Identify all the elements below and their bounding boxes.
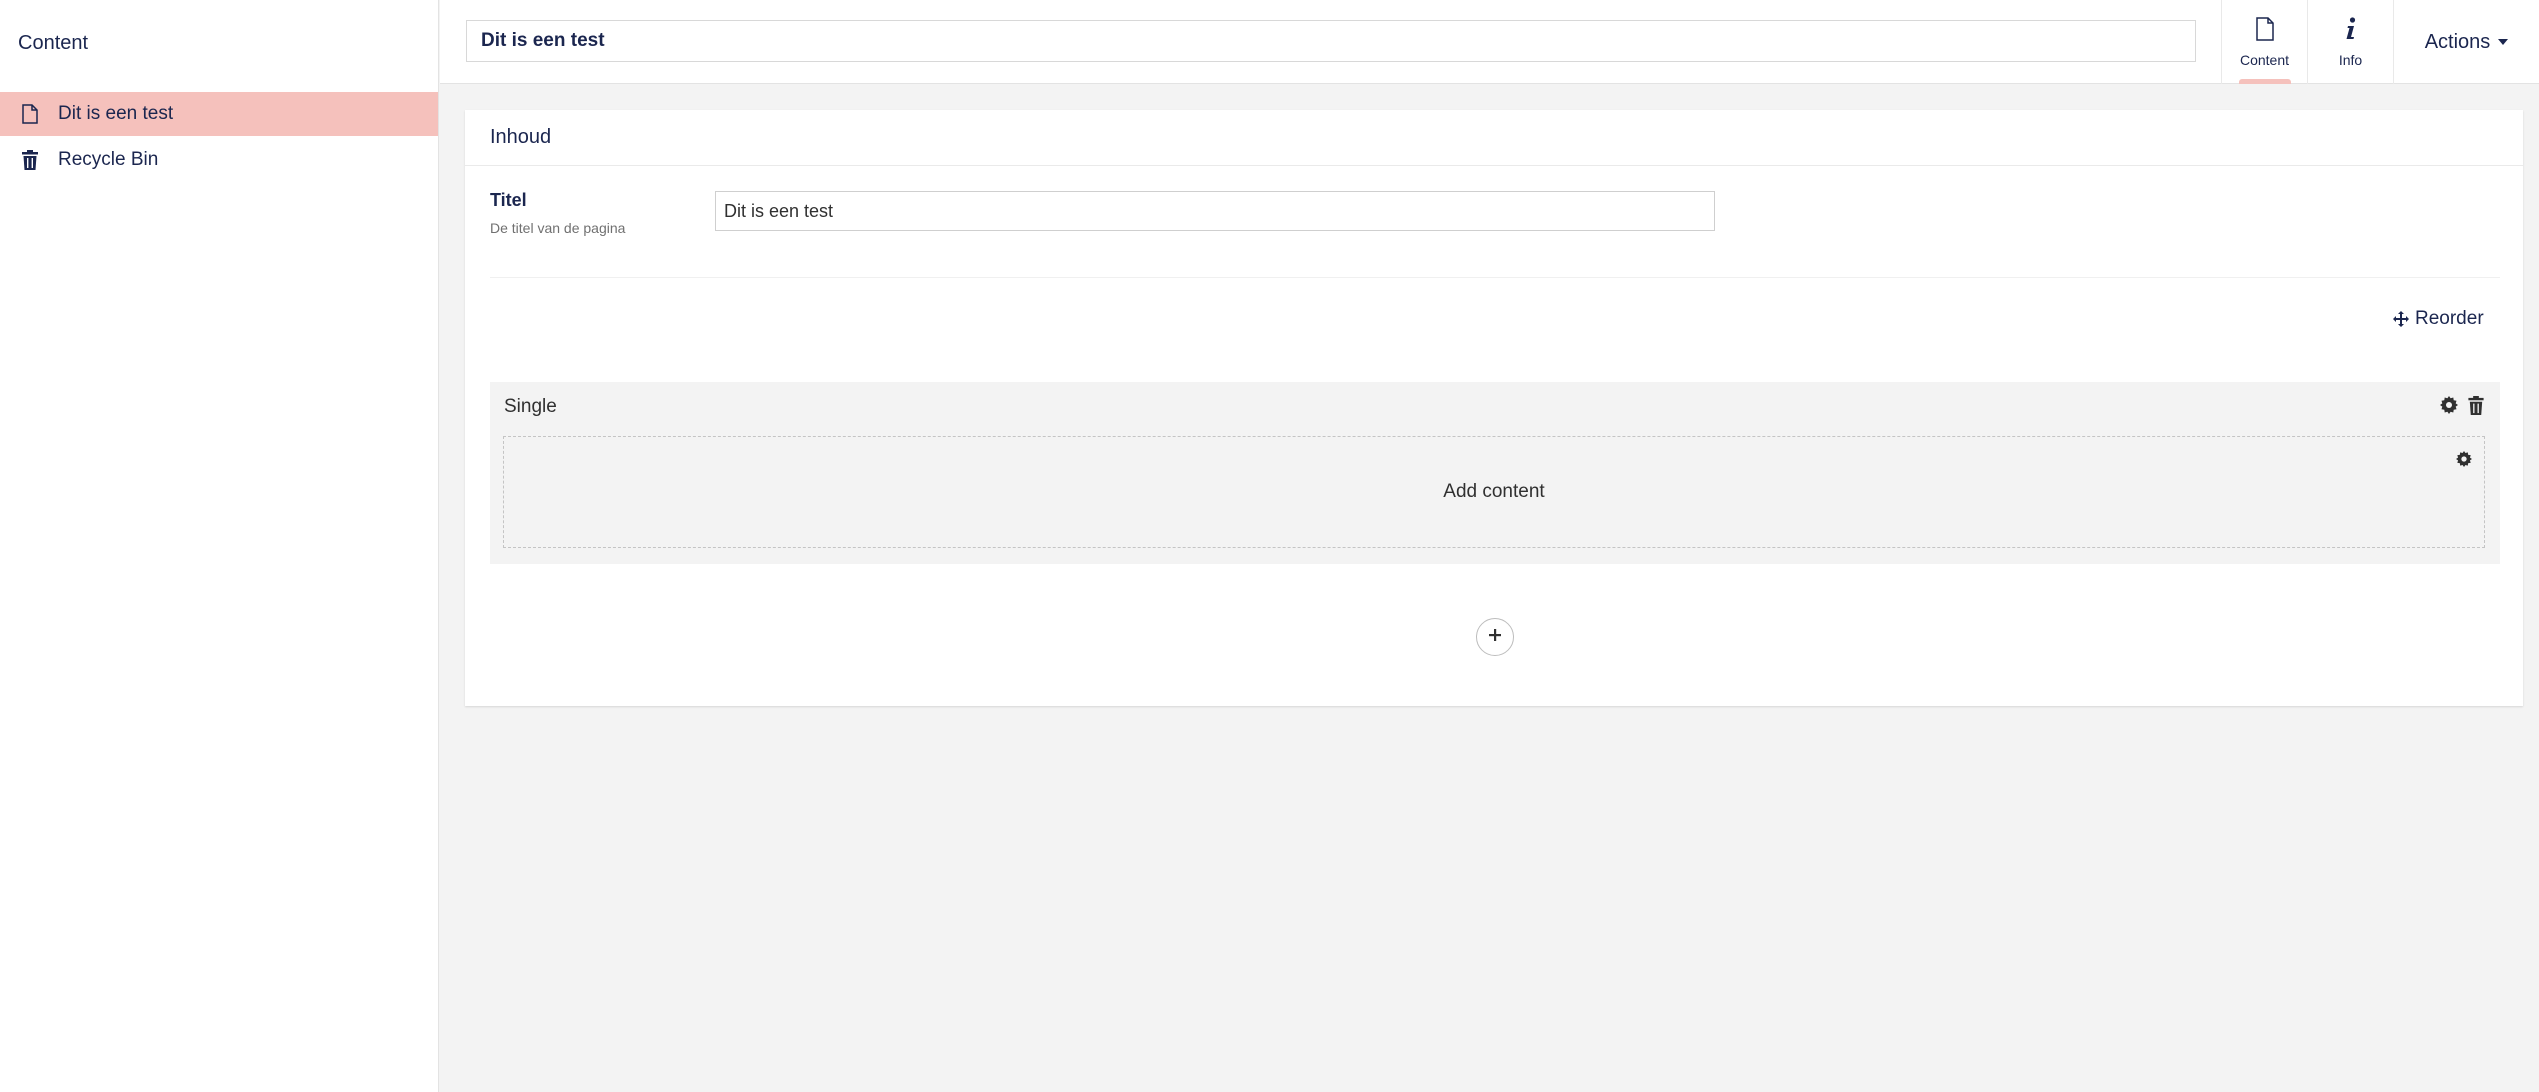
tab-content[interactable]: Content bbox=[2221, 0, 2307, 84]
grid-row-name: Single bbox=[504, 396, 557, 417]
actions-label: Actions bbox=[2424, 30, 2491, 53]
move-icon bbox=[2393, 311, 2409, 327]
reorder-button[interactable]: Reorder bbox=[2393, 308, 2484, 330]
trash-icon[interactable] bbox=[2468, 396, 2484, 415]
tree-item-label: Recycle Bin bbox=[58, 149, 159, 170]
document-icon bbox=[2255, 16, 2274, 46]
trash-icon bbox=[20, 149, 40, 171]
tree-item-dit-is-een-test[interactable]: Dit is een test bbox=[0, 92, 438, 136]
add-content-button[interactable]: Add content bbox=[504, 437, 2484, 547]
gear-icon[interactable] bbox=[2456, 451, 2472, 467]
gear-icon[interactable] bbox=[2440, 396, 2458, 415]
sidebar: Content Dit is een test Recycle Bin bbox=[0, 0, 439, 1092]
tree-item-label: Dit is een test bbox=[58, 103, 174, 124]
node-name-input[interactable] bbox=[466, 20, 2196, 62]
grid-row-single: Single Add content bbox=[490, 382, 2500, 564]
tab-info[interactable]: Info bbox=[2307, 0, 2393, 84]
property-description: De titel van de pagina bbox=[490, 220, 626, 236]
tab-label: Info bbox=[2338, 51, 2363, 68]
add-content-label: Add content bbox=[1443, 481, 1545, 502]
content-tree: Dit is een test Recycle Bin bbox=[0, 92, 438, 184]
tree-item-recycle-bin[interactable]: Recycle Bin bbox=[0, 138, 438, 182]
document-icon bbox=[20, 103, 40, 125]
property-row-titel: Titel De titel van de pagina bbox=[490, 190, 2500, 278]
grid-cell: Add content bbox=[503, 436, 2485, 548]
add-row-button[interactable] bbox=[1476, 618, 1514, 656]
actions-dropdown[interactable]: Actions bbox=[2393, 0, 2539, 84]
info-icon bbox=[2345, 16, 2357, 46]
plus-icon bbox=[1488, 628, 1502, 647]
tab-label: Content bbox=[2239, 51, 2290, 68]
titel-input[interactable] bbox=[715, 191, 1715, 231]
content-panel: Inhoud Titel De titel van de pagina Reor… bbox=[465, 110, 2523, 706]
sidebar-header: Content bbox=[18, 32, 89, 54]
panel-title: Inhoud bbox=[465, 110, 2523, 166]
property-label: Titel bbox=[490, 190, 527, 210]
editor-header: Content Info Actions bbox=[440, 0, 2539, 84]
app-root: Content Dit is een test Recycle Bin Co bbox=[0, 0, 2539, 1092]
row-tools bbox=[2440, 396, 2484, 415]
reorder-label: Reorder bbox=[2415, 308, 2484, 329]
caret-down-icon bbox=[2498, 39, 2509, 45]
